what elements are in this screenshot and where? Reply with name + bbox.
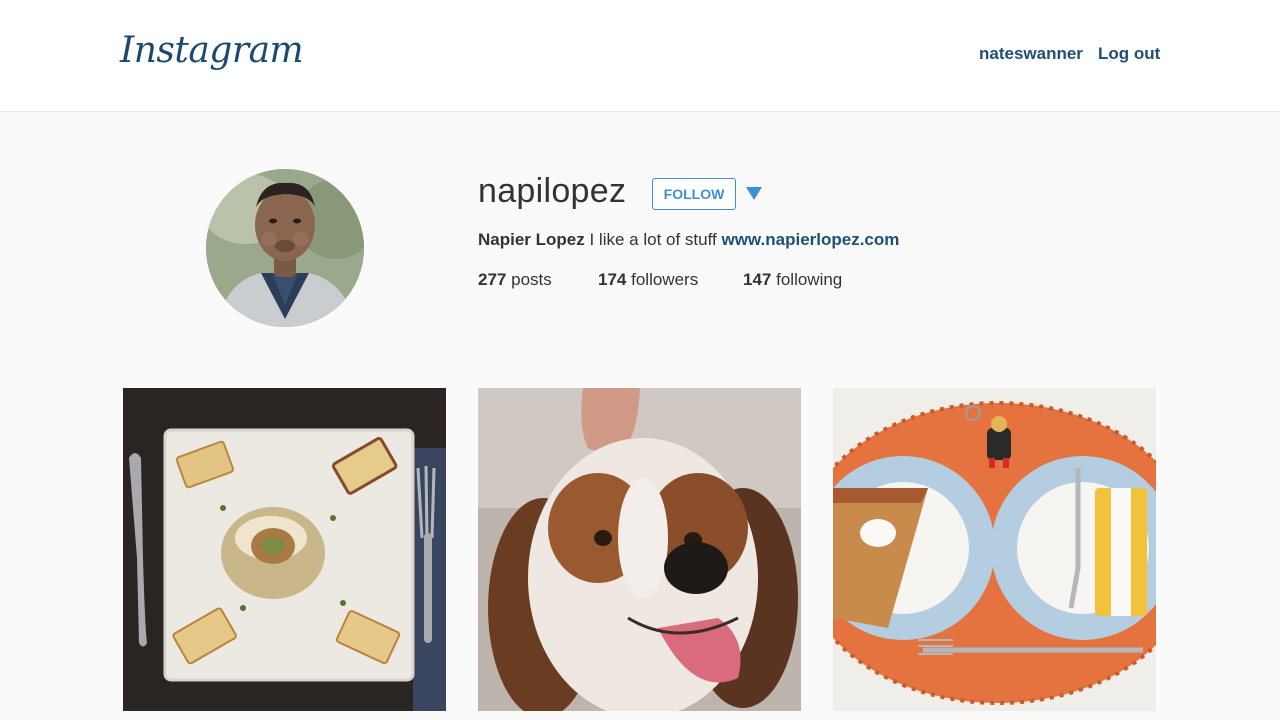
posts-count: 277 posts <box>478 270 552 290</box>
posts-count-number: 277 <box>478 270 507 289</box>
following-count[interactable]: 147 following <box>743 270 842 290</box>
followers-count-number: 174 <box>598 270 627 289</box>
profile-full-name: Napier Lopez <box>478 230 585 249</box>
post-thumbnail-pie-plates[interactable] <box>833 388 1156 711</box>
food-plate-image <box>123 388 446 711</box>
options-caret-icon[interactable] <box>746 187 762 200</box>
follow-button[interactable]: FOLLOW <box>652 178 736 210</box>
post-thumbnail-food-plate[interactable] <box>123 388 446 711</box>
profile-username: napilopez <box>478 172 627 210</box>
top-navigation-bar: Instagram nateswanner Log out <box>0 0 1280 112</box>
dog-image <box>478 388 801 711</box>
instagram-logo[interactable]: Instagram <box>120 30 304 71</box>
following-count-label: following <box>776 270 843 289</box>
post-thumbnail-dog[interactable] <box>478 388 801 711</box>
followers-count-label: followers <box>631 270 699 289</box>
following-count-number: 147 <box>743 270 772 289</box>
profile-website-link[interactable]: www.napierlopez.com <box>721 230 899 249</box>
logout-link[interactable]: Log out <box>1098 44 1160 64</box>
avatar-photo <box>206 169 364 327</box>
bio-text: I like a lot of stuff <box>589 230 717 249</box>
followers-count[interactable]: 174 followers <box>598 270 698 290</box>
pie-plates-image <box>833 388 1156 711</box>
posts-count-label: posts <box>511 270 552 289</box>
profile-bio: Napier Lopez I like a lot of stuff www.n… <box>478 230 899 250</box>
profile-avatar <box>206 169 364 327</box>
current-user-link[interactable]: nateswanner <box>979 44 1083 64</box>
